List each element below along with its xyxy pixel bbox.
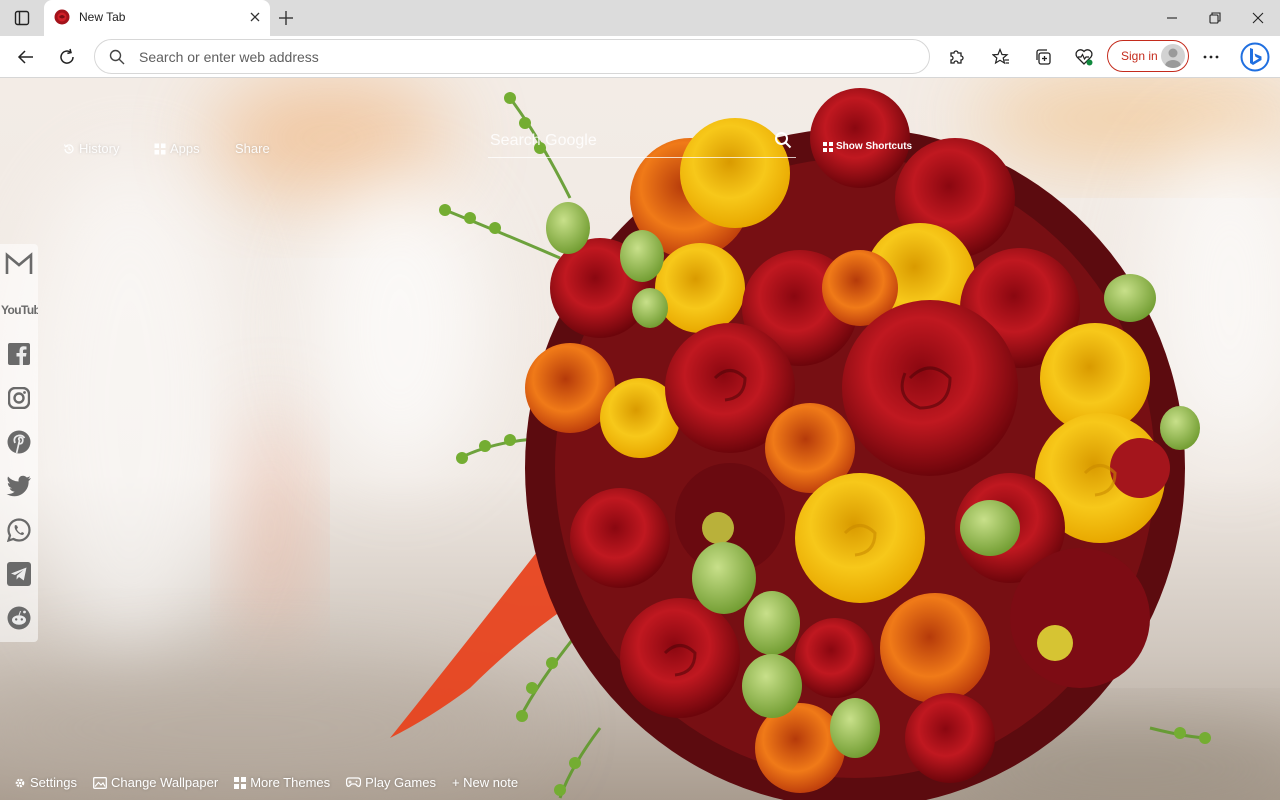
title-bar: New Tab: [0, 0, 1280, 36]
gmail-link[interactable]: [5, 250, 33, 278]
settings-link[interactable]: Settings: [14, 775, 77, 790]
google-search-input[interactable]: [490, 130, 760, 152]
more-themes-link[interactable]: More Themes: [234, 775, 330, 790]
pinterest-icon: [7, 430, 31, 454]
twitter-link[interactable]: [5, 472, 33, 500]
settings-label: Settings: [30, 775, 77, 790]
address-input[interactable]: [139, 46, 899, 68]
favorites-star-icon: [992, 48, 1009, 65]
gmail-icon: [5, 252, 33, 274]
apps-label: Apps: [170, 141, 200, 156]
flower-bouquet-wallpaper: [0, 78, 1280, 800]
instagram-link[interactable]: [5, 384, 33, 412]
history-label: History: [79, 141, 120, 156]
collections-icon: [1036, 49, 1051, 65]
browser-toolbar: Sign in: [0, 36, 1280, 78]
refresh-button[interactable]: [56, 46, 78, 68]
new-tab-page: History Apps Share Show Shortcuts: [0, 78, 1280, 800]
tab-title: New Tab: [79, 10, 126, 24]
show-shortcuts-button[interactable]: Show Shortcuts: [823, 141, 912, 152]
gear-icon: [15, 778, 25, 787]
bottom-toolbar: Settings Change Wallpaper More Themes Pl…: [14, 775, 518, 790]
tab-actions-icon: [14, 10, 30, 26]
refresh-icon: [60, 48, 74, 64]
sign-in-button[interactable]: Sign in: [1107, 40, 1189, 72]
close-tab-icon[interactable]: [248, 10, 262, 24]
back-arrow-icon: [17, 50, 33, 64]
restore-window-icon[interactable]: [1205, 8, 1225, 28]
address-bar[interactable]: [94, 39, 930, 74]
share-label: Share: [235, 141, 270, 156]
favorites-button[interactable]: [990, 46, 1012, 68]
history-link[interactable]: History: [63, 141, 119, 156]
twitter-icon: [6, 475, 31, 497]
gamepad-icon: [346, 777, 362, 788]
new-note-label: + New note: [451, 775, 519, 790]
sign-in-label: Sign in: [1121, 49, 1158, 63]
svg-text:YouTube: YouTube: [1, 303, 38, 317]
whatsapp-icon: [7, 518, 31, 542]
share-link[interactable]: Share: [235, 141, 270, 156]
tab-new-tab[interactable]: New Tab: [44, 0, 270, 36]
browser-essentials-button[interactable]: [1073, 46, 1095, 68]
facebook-icon: [8, 343, 30, 365]
reddit-icon: [7, 606, 31, 630]
telegram-link[interactable]: [5, 560, 33, 588]
wallpaper-icon: [93, 776, 107, 789]
apps-grid-icon: [154, 143, 166, 154]
tab-actions-button[interactable]: [8, 6, 36, 30]
play-games-link[interactable]: Play Games: [346, 775, 436, 790]
show-shortcuts-label: Show Shortcuts: [836, 141, 913, 152]
facebook-link[interactable]: [5, 340, 33, 368]
google-search-box: [488, 126, 796, 158]
close-window-icon[interactable]: [1248, 8, 1268, 28]
apps-link[interactable]: Apps: [154, 141, 200, 156]
search-icon[interactable]: [774, 131, 792, 149]
rose-favicon-icon: [54, 9, 70, 25]
new-note-link[interactable]: + New note: [452, 775, 518, 790]
copilot-button[interactable]: [1240, 41, 1270, 73]
instagram-icon: [8, 387, 30, 409]
history-icon: [63, 143, 74, 154]
extensions-button[interactable]: [945, 46, 967, 68]
back-button[interactable]: [15, 46, 37, 68]
new-tab-plus-icon[interactable]: [276, 8, 296, 28]
play-games-label: Play Games: [365, 775, 436, 790]
change-wallpaper-label: Change Wallpaper: [110, 775, 219, 790]
telegram-icon: [7, 562, 31, 586]
youtube-icon: YouTube: [1, 303, 38, 317]
profile-avatar-icon: [1161, 44, 1185, 68]
whatsapp-link[interactable]: [5, 516, 33, 544]
heart-pulse-icon: [1075, 49, 1093, 66]
settings-more-button[interactable]: [1200, 46, 1222, 68]
search-icon: [109, 49, 125, 65]
minimize-window-icon[interactable]: [1162, 8, 1182, 28]
puzzle-piece-icon: [950, 50, 964, 64]
bing-logo-icon: [1240, 42, 1270, 72]
themes-grid-icon: [234, 776, 247, 789]
youtube-link[interactable]: YouTube: [0, 295, 38, 323]
pinterest-link[interactable]: [5, 428, 33, 456]
collections-button[interactable]: [1032, 46, 1054, 68]
shortcuts-grid-icon: [823, 141, 833, 152]
social-sidebar: YouTube: [0, 244, 38, 642]
change-wallpaper-link[interactable]: Change Wallpaper: [93, 775, 218, 790]
reddit-link[interactable]: [5, 604, 33, 632]
more-dots-icon: [1203, 55, 1219, 59]
more-themes-label: More Themes: [250, 775, 331, 790]
